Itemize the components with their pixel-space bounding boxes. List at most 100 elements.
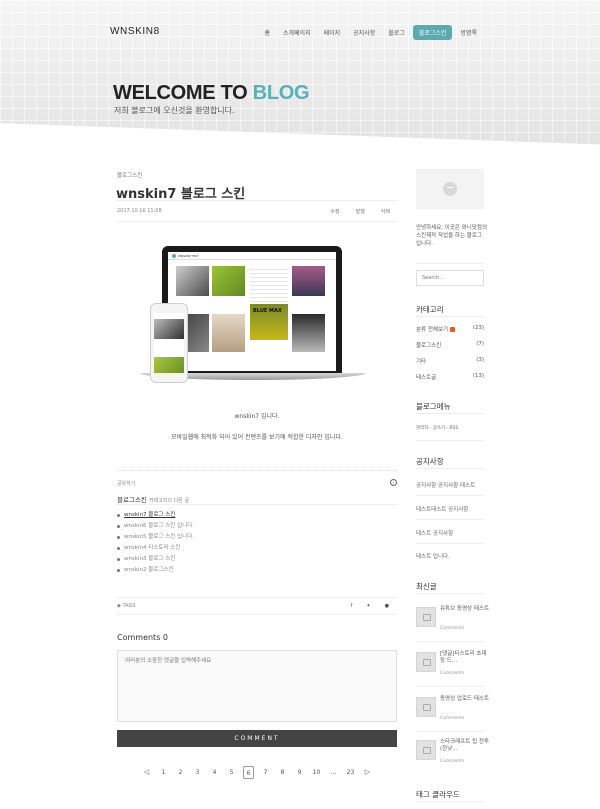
category-label: 블로그스킨: [416, 343, 442, 349]
notice-item[interactable]: 공지사항 공지사항 테스트: [416, 481, 475, 489]
comment-input[interactable]: [117, 650, 397, 722]
comment-icon[interactable]: ●: [385, 603, 389, 609]
divider: [416, 641, 484, 642]
comments-title: Comments 0: [117, 633, 168, 642]
page-link[interactable]: 2: [172, 766, 189, 779]
publish-link[interactable]: 발행: [356, 208, 365, 215]
recent-post-title[interactable]: 유튜브 동영상 테스트: [440, 606, 490, 613]
delete-link[interactable]: 삭제: [381, 208, 390, 215]
related-item[interactable]: wnskin2 블로그스킨: [117, 565, 194, 576]
related-heading: 블로그스킨 카테고리의 다른 글: [117, 494, 189, 504]
recent-post-meta: Comments: [440, 671, 465, 676]
share-icons: f ✦ ●: [351, 603, 389, 609]
site-logo[interactable]: WNSKIN8: [110, 26, 160, 37]
mockup-tile: [250, 266, 288, 308]
category-count: (7): [476, 341, 484, 347]
mockup-header: WNSKIN TEST: [168, 252, 336, 260]
post-image: WNSKIN TEST BLUE MAX: [140, 246, 366, 394]
blog-menu-links[interactable]: 관리자 · 글쓰기 · RSS: [416, 425, 458, 431]
page-link[interactable]: 7: [257, 766, 274, 779]
nav-item-about[interactable]: 소개페이지: [278, 25, 316, 40]
edit-link[interactable]: 수정: [330, 208, 339, 215]
notice-item[interactable]: 테스트테스트 공지사항: [416, 505, 468, 513]
related-item[interactable]: wnskin5 블로그 스킨 입니다.: [117, 532, 194, 543]
category-item[interactable]: 분류 전체보기 (23): [416, 325, 484, 333]
recent-post-title[interactable]: [댓글]티스토리 초대장 드...: [440, 651, 490, 665]
divider: [416, 413, 484, 414]
page-link[interactable]: 5: [223, 766, 240, 779]
hero-subtitle: 저희 블로그에 오신것을 환영합니다.: [114, 106, 235, 115]
category-title: 카테고리: [416, 305, 444, 314]
divider: [416, 543, 484, 544]
mockup-tile: [212, 314, 245, 352]
profile-icon: [443, 182, 457, 196]
page-link[interactable]: 4: [206, 766, 223, 779]
related-item[interactable]: wnskin4 티스토리 스킨: [117, 543, 194, 554]
page-link[interactable]: 1: [155, 766, 172, 779]
post-category[interactable]: 블로그스킨: [117, 171, 142, 179]
page-ellipsis: ...: [330, 769, 337, 776]
comment-submit-button[interactable]: COMMENT: [117, 730, 397, 747]
notice-item[interactable]: 테스트 입니다.: [416, 552, 450, 560]
phone-tile: [154, 319, 184, 339]
page-link[interactable]: 3: [189, 766, 206, 779]
nav-item-home[interactable]: 홈: [259, 25, 275, 40]
avatar: [416, 169, 484, 209]
related-item[interactable]: wnskin3 블로그 스킨: [117, 554, 194, 565]
category-item[interactable]: 기타 (3): [416, 357, 484, 365]
recent-post-title[interactable]: 스타크래프트 립 전투(한낮...: [440, 739, 490, 753]
tag-cloud-title: 태그 클라우드: [416, 790, 460, 799]
page-link[interactable]: 8: [274, 766, 291, 779]
twitter-icon[interactable]: ✦: [366, 603, 370, 609]
recent-thumb-icon[interactable]: [416, 652, 436, 672]
category-label: 테스트글: [416, 375, 437, 381]
blog-intro: 안녕하세요. 이곳은 와니닷컴의 스킨제작 작업을 하는 블로그 입니다.: [416, 225, 488, 247]
divider: [416, 316, 484, 317]
category-label: 기타: [416, 359, 427, 365]
post-actions: 수정 발행 삭제: [330, 208, 390, 215]
page-link[interactable]: 9: [291, 766, 308, 779]
recent-thumb-icon[interactable]: [416, 740, 436, 760]
nav-item-blog[interactable]: 블로그: [383, 25, 410, 40]
nav-item-guestbook[interactable]: 방명록: [455, 25, 482, 40]
share-label[interactable]: 공유하기: [117, 480, 135, 487]
related-item[interactable]: wnskin6 블로그 스킨 입니다.: [117, 521, 194, 532]
page-link[interactable]: 10: [308, 766, 325, 779]
phone-screen: [154, 313, 184, 373]
divider: [416, 468, 484, 469]
tags-bar: ◆ TAGS f ✦ ●: [117, 597, 397, 615]
mockup-tile: [292, 266, 325, 296]
category-count: (13): [472, 373, 484, 379]
search-input[interactable]: [416, 270, 484, 286]
recent-post-meta: Comments: [440, 759, 465, 764]
mockup-tile: [176, 266, 209, 296]
divider: [416, 519, 484, 520]
recent-thumb-icon[interactable]: [416, 607, 436, 627]
recent-thumb-icon[interactable]: [416, 697, 436, 717]
category-item[interactable]: 블로그스킨 (7): [416, 341, 484, 349]
category-item[interactable]: 테스트글 (13): [416, 373, 484, 381]
mockup-overlay-text: BLUE MAX: [253, 308, 282, 314]
laptop-screen-content: WNSKIN TEST BLUE MAX: [168, 252, 336, 371]
info-icon[interactable]: i: [390, 479, 397, 486]
notice-item[interactable]: 테스트 공지사항: [416, 529, 453, 537]
nav-item-blogskin[interactable]: 블로그스킨: [412, 25, 453, 40]
recent-post-title[interactable]: 동영상 업로드 테스트: [440, 696, 490, 703]
mockup-tile: [292, 314, 325, 352]
related-item[interactable]: wnskin7 블로그 스킨: [117, 510, 194, 521]
prev-page-button[interactable]: ◁: [138, 766, 155, 779]
recent-posts-title: 최신글: [416, 582, 437, 591]
category-label: 분류 전체보기: [416, 327, 449, 333]
nav-item-notice[interactable]: 공지사항: [348, 25, 380, 40]
page-link-current[interactable]: 6: [243, 766, 254, 779]
next-page-button[interactable]: ▷: [359, 766, 376, 779]
post-meta: 2017.10.16 11:08 수정 발행 삭제: [117, 200, 397, 222]
hero-title-accent: BLOG: [252, 82, 310, 104]
tags-label: ◆ TAGS: [117, 603, 136, 609]
related-category[interactable]: 블로그스킨: [117, 496, 147, 504]
page-link[interactable]: 23: [342, 766, 359, 779]
nav-item-page[interactable]: 페이지: [319, 25, 346, 40]
facebook-icon[interactable]: f: [351, 603, 353, 609]
hero-banner: [0, 0, 600, 145]
category-count: (23): [472, 325, 484, 331]
